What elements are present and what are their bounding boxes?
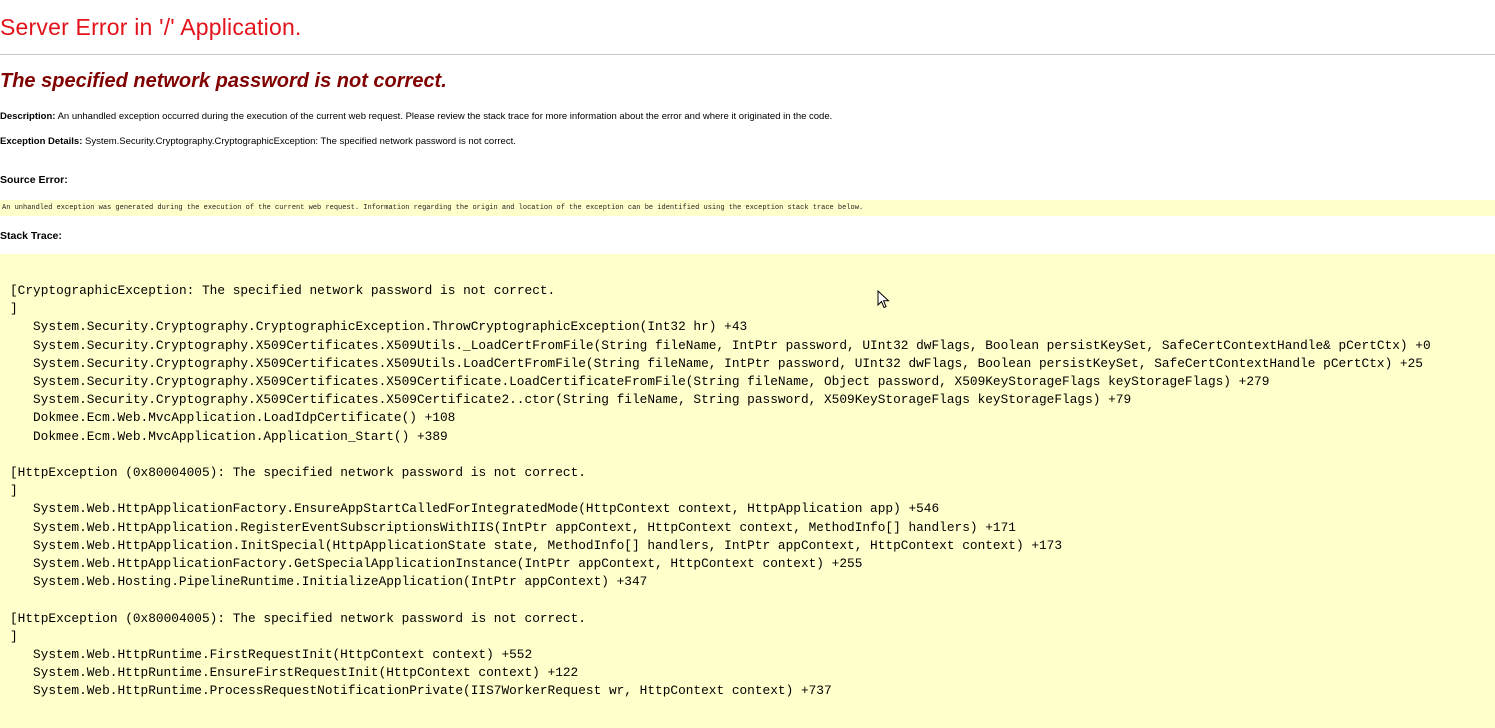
stack-frame: System.Security.Cryptography.X509Certifi… [33, 392, 1132, 408]
source-error-text: An unhandled exception was generated dur… [2, 204, 864, 212]
exception-close-bracket: ] [10, 301, 18, 317]
description-text: An unhandled exception occurred during t… [57, 111, 833, 122]
stack-frame: System.Web.HttpRuntime.EnsureFirstReques… [33, 665, 579, 681]
source-error-box: An unhandled exception was generated dur… [0, 200, 1495, 216]
error-message: The specified network password is not co… [0, 70, 447, 92]
exception-block: [HttpException (0x80004005): The specifi… [10, 610, 1431, 701]
source-error-heading: Source Error: [0, 174, 68, 186]
stack-frame: System.Web.HttpRuntime.ProcessRequestNot… [33, 683, 832, 699]
mouse-pointer-icon [877, 290, 890, 309]
exception-details-line: Exception Details: System.Security.Crypt… [0, 136, 516, 147]
exception-close-bracket: ] [10, 628, 18, 644]
stack-trace-box: [CryptographicException: The specified n… [0, 254, 1495, 728]
stack-frame: System.Security.Cryptography.Cryptograph… [33, 319, 748, 335]
stack-frame: System.Web.Hosting.PipelineRuntime.Initi… [33, 574, 648, 590]
stack-frame: Dokmee.Ecm.Web.MvcApplication.Applicatio… [33, 428, 448, 444]
stack-trace-text: [CryptographicException: The specified n… [10, 282, 1431, 719]
description-label: Description: [0, 111, 56, 122]
exception-block: [HttpException (0x80004005): The specifi… [10, 464, 1431, 591]
exception-close-bracket: ] [10, 483, 18, 499]
stack-frame: System.Web.HttpApplication.RegisterEvent… [33, 519, 1016, 535]
stack-frame: System.Web.HttpApplication.InitSpecial(H… [33, 537, 1063, 553]
stack-frame: System.Web.HttpRuntime.FirstRequestInit(… [33, 647, 533, 663]
stack-frame: System.Security.Cryptography.X509Certifi… [33, 374, 1270, 390]
stack-frame: System.Security.Cryptography.X509Certifi… [33, 337, 1431, 353]
description-line: Description: An unhandled exception occu… [0, 111, 832, 122]
stack-frame: Dokmee.Ecm.Web.MvcApplication.LoadIdpCer… [33, 410, 456, 426]
exception-block: [CryptographicException: The specified n… [10, 282, 1431, 446]
stack-frame: System.Web.HttpApplicationFactory.GetSpe… [33, 556, 863, 572]
exception-details-text: System.Security.Cryptography.Cryptograph… [85, 136, 516, 147]
page-title: Server Error in '/' Application. [0, 14, 302, 40]
stack-frame: System.Security.Cryptography.X509Certifi… [33, 355, 1423, 371]
exception-header: [HttpException (0x80004005): The specifi… [10, 465, 586, 481]
error-page: Server Error in '/' Application. The spe… [0, 0, 1495, 728]
exception-header: [CryptographicException: The specified n… [10, 283, 556, 298]
title-divider [0, 54, 1495, 55]
stack-frame: System.Web.HttpApplicationFactory.Ensure… [33, 501, 940, 517]
exception-details-label: Exception Details: [0, 136, 83, 147]
stack-trace-heading: Stack Trace: [0, 230, 62, 242]
exception-header: [HttpException (0x80004005): The specifi… [10, 610, 586, 626]
